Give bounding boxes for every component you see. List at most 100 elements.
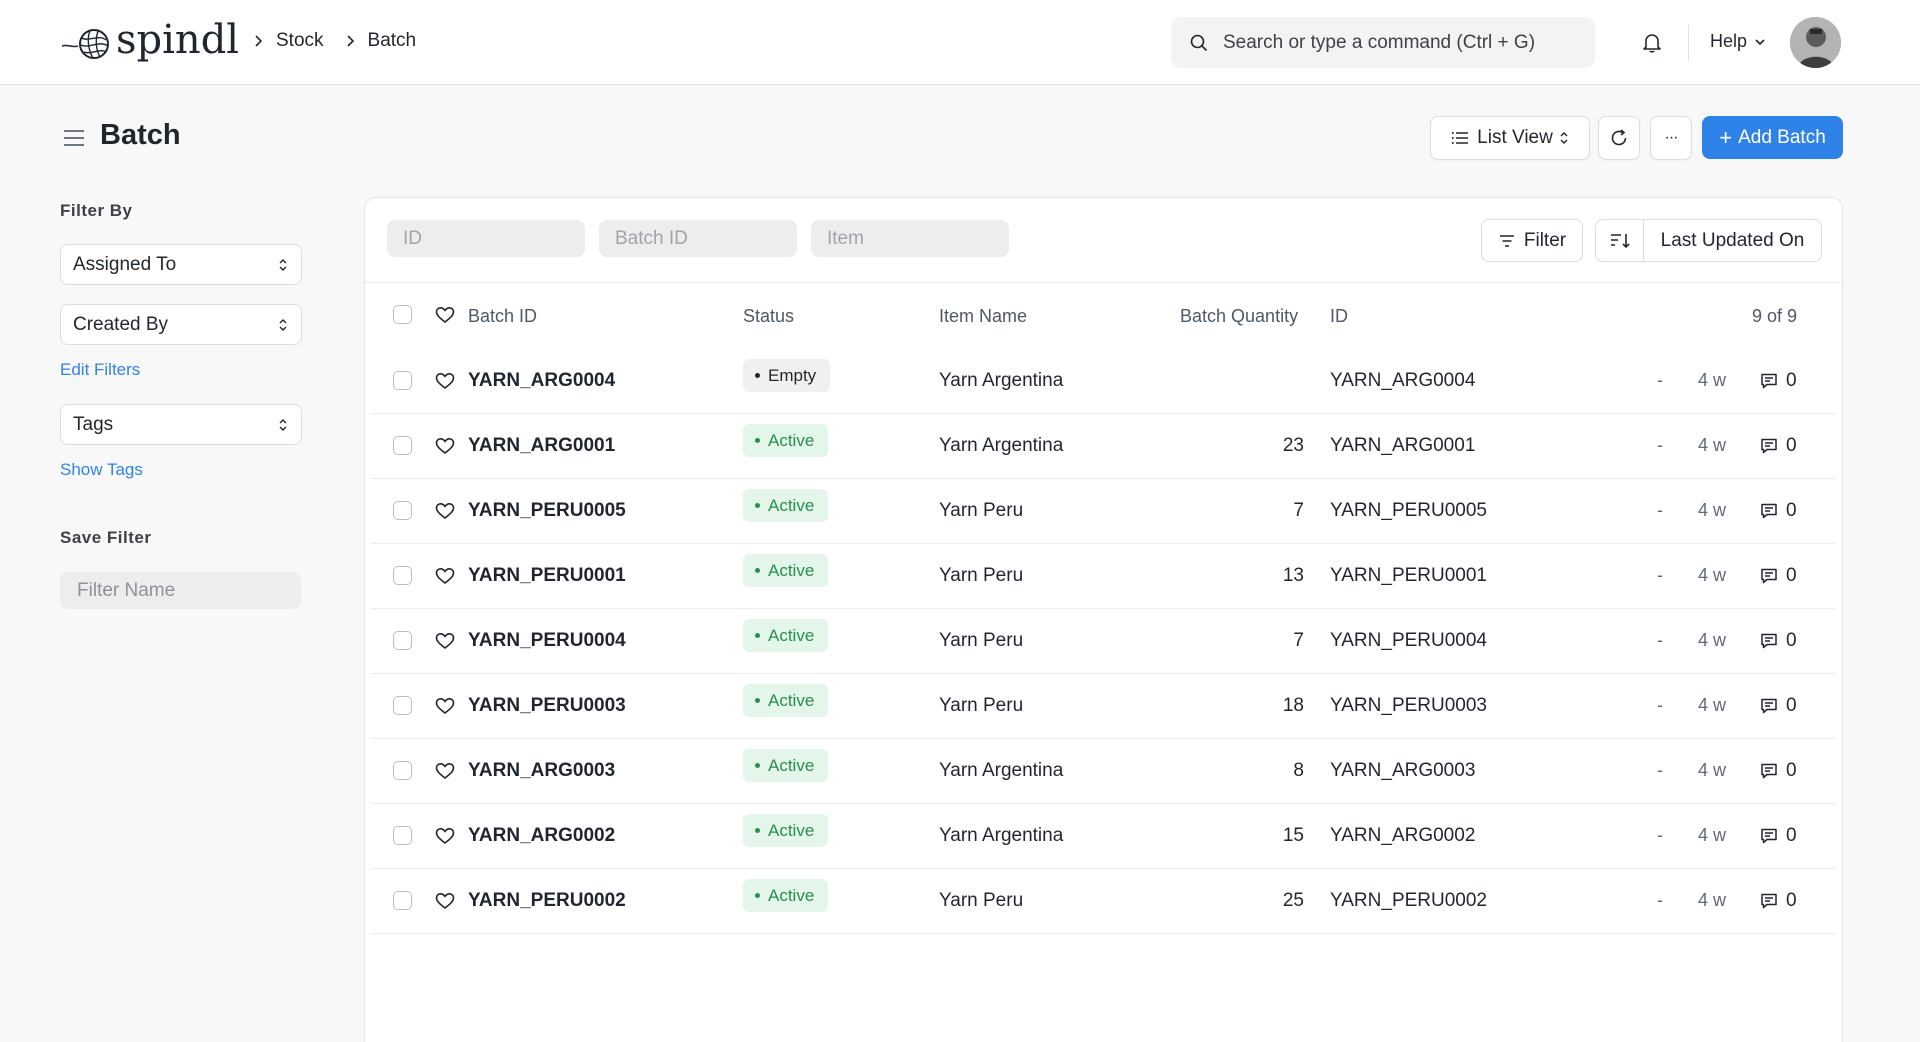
batch-id-link[interactable]: YARN_PERU0004 [468, 630, 626, 652]
item-name: Yarn Argentina [939, 435, 1064, 456]
id-filter-input[interactable] [387, 220, 585, 257]
table-row[interactable]: YARN_ARG0004 Empty Yarn Argentina YARN_ARG0… [371, 349, 1835, 414]
table-row[interactable]: YARN_ARG0001 Active Yarn Argentina 23 YARN_A… [371, 414, 1835, 479]
plus-icon: + [1719, 124, 1733, 150]
table-row[interactable]: YARN_PERU0001 Active Yarn Peru 13 YARN_PERU0… [371, 544, 1835, 609]
comment-count-label: 0 [1786, 825, 1797, 846]
assigned-dash: - [1657, 565, 1663, 585]
row-checkbox[interactable] [393, 891, 412, 910]
table-row[interactable]: YARN_PERU0004 Active Yarn Peru 7 YARN_PERU00… [371, 609, 1835, 674]
batch-id-link[interactable]: YARN_PERU0002 [468, 890, 626, 912]
comment-count[interactable]: 0 [1759, 565, 1797, 587]
row-checkbox[interactable] [393, 761, 412, 780]
heart-icon[interactable] [435, 501, 455, 521]
comment-count[interactable]: 0 [1759, 500, 1797, 522]
batch-quantity: 7 [1293, 630, 1304, 651]
filter-button[interactable]: Filter [1481, 219, 1583, 262]
list-view-button[interactable]: List View [1430, 116, 1590, 160]
select-all-checkbox[interactable] [393, 305, 412, 324]
batch-id-link[interactable]: YARN_PERU0005 [468, 500, 626, 522]
created-by-select[interactable]: Created By [60, 304, 302, 345]
item-name: Yarn Peru [939, 890, 1024, 911]
row-checkbox[interactable] [393, 501, 412, 520]
row-checkbox[interactable] [393, 371, 412, 390]
batch-quantity: 7 [1293, 500, 1304, 521]
comment-count[interactable]: 0 [1759, 890, 1797, 912]
menu-icon[interactable] [62, 126, 86, 150]
tags-label: Tags [73, 413, 114, 435]
batch-id-link[interactable]: YARN_ARG0001 [468, 435, 615, 457]
help-dropdown[interactable]: Help [1710, 31, 1767, 52]
comment-icon [1761, 373, 1777, 389]
show-tags-link[interactable]: Show Tags [60, 460, 143, 480]
breadcrumb-stock[interactable]: Stock [276, 30, 324, 52]
brand-logo[interactable]: spindl [60, 18, 239, 62]
comment-count[interactable]: 0 [1759, 825, 1797, 847]
assigned-to-select[interactable]: Assigned To [60, 244, 302, 285]
item-filter-input[interactable] [811, 220, 1009, 257]
row-checkbox[interactable] [393, 696, 412, 715]
modified-time: 4 w [1698, 825, 1727, 845]
row-checkbox[interactable] [393, 566, 412, 585]
record-id: YARN_ARG0001 [1330, 435, 1476, 456]
table-row[interactable]: YARN_PERU0005 Active Yarn Peru 7 YARN_PERU00… [371, 479, 1835, 544]
heart-icon[interactable] [435, 436, 455, 456]
heart-icon[interactable] [435, 566, 455, 586]
heart-icon[interactable] [435, 305, 455, 325]
heart-icon[interactable] [435, 696, 455, 716]
search-input[interactable] [1223, 31, 1583, 54]
heart-icon[interactable] [435, 891, 455, 911]
batch-id-filter-input[interactable] [599, 220, 797, 257]
comment-count[interactable]: 0 [1759, 695, 1797, 717]
comment-count-label: 0 [1786, 370, 1797, 391]
avatar[interactable] [1790, 17, 1841, 68]
awesomebar[interactable] [1171, 17, 1595, 68]
chevron-down-icon [1755, 38, 1765, 45]
status-dot-icon [755, 893, 760, 898]
table-row[interactable]: YARN_PERU0002 Active Yarn Peru 25 YARN_PERU0… [371, 869, 1835, 934]
list-icon [1451, 132, 1469, 144]
sort-direction-button[interactable] [1596, 220, 1644, 261]
row-checkbox[interactable] [393, 631, 412, 650]
bell-icon[interactable] [1640, 30, 1664, 54]
more-actions-button[interactable]: ··· [1650, 116, 1692, 160]
table-row[interactable]: YARN_ARG0002 Active Yarn Argentina 15 YARN_A… [371, 804, 1835, 869]
heart-icon[interactable] [435, 761, 455, 781]
batch-id-link[interactable]: YARN_ARG0003 [468, 760, 615, 782]
record-id: YARN_ARG0002 [1330, 825, 1476, 846]
filter-icon [1499, 234, 1514, 247]
heart-icon[interactable] [435, 826, 455, 846]
comment-count[interactable]: 0 [1759, 630, 1797, 652]
add-batch-button[interactable]: + Add Batch [1702, 116, 1843, 159]
edit-filters-link[interactable]: Edit Filters [60, 360, 140, 380]
table-row[interactable]: YARN_PERU0003 Active Yarn Peru 18 YARN_PERU0… [371, 674, 1835, 739]
status-label: Active [768, 430, 815, 450]
comment-count-label: 0 [1786, 565, 1797, 586]
batch-id-link[interactable]: YARN_PERU0001 [468, 565, 626, 587]
record-id: YARN_PERU0004 [1330, 630, 1488, 651]
status-label: Active [768, 755, 815, 775]
batch-id-link[interactable]: YARN_ARG0004 [468, 370, 615, 392]
select-arrows-icon [279, 258, 287, 271]
status-label: Empty [768, 365, 817, 385]
comment-count[interactable]: 0 [1759, 435, 1797, 457]
status-label: Active [768, 690, 815, 710]
batch-id-link[interactable]: YARN_PERU0003 [468, 695, 626, 717]
assigned-dash: - [1657, 370, 1663, 390]
table-row[interactable]: YARN_ARG0003 Active Yarn Argentina 8 YARN_AR… [371, 739, 1835, 804]
batch-id-link[interactable]: YARN_ARG0002 [468, 825, 615, 847]
breadcrumb-batch[interactable]: Batch [368, 30, 417, 52]
tags-select[interactable]: Tags [60, 404, 302, 445]
refresh-button[interactable] [1598, 116, 1640, 160]
heart-icon[interactable] [435, 371, 455, 391]
assigned-dash: - [1657, 825, 1663, 845]
comment-count[interactable]: 0 [1759, 370, 1797, 392]
created-by-label: Created By [73, 313, 169, 335]
comment-count[interactable]: 0 [1759, 760, 1797, 782]
row-checkbox[interactable] [393, 826, 412, 845]
filter-name-input[interactable] [60, 572, 301, 609]
heart-icon[interactable] [435, 631, 455, 651]
row-checkbox[interactable] [393, 436, 412, 455]
item-name: Yarn Argentina [939, 370, 1064, 391]
sort-field-button[interactable]: Last Updated On [1644, 230, 1821, 252]
